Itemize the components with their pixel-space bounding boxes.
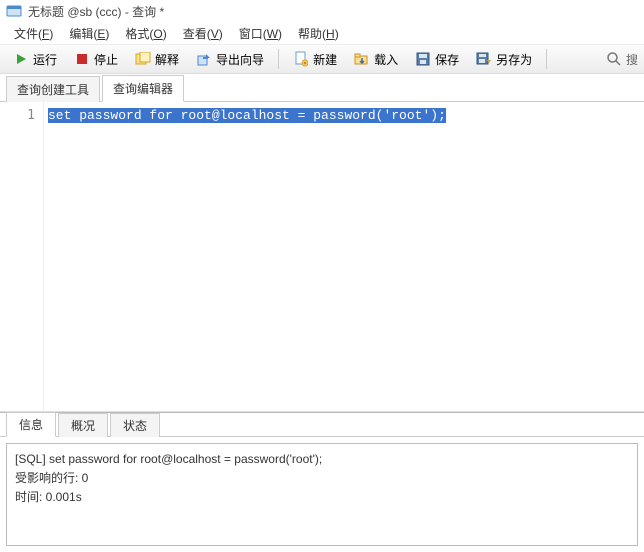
sql-editor: 1 set password for root@localhost = pass…: [0, 102, 644, 412]
tab-query-builder[interactable]: 查询创建工具: [6, 76, 100, 102]
line-number: 1: [0, 108, 35, 123]
stop-label: 停止: [94, 51, 118, 68]
search-icon[interactable]: [606, 51, 622, 67]
app-icon: [6, 3, 22, 19]
menu-help[interactable]: 帮助(H): [292, 23, 345, 44]
output-line-3: 时间: 0.001s: [15, 488, 629, 507]
load-button[interactable]: 载入: [347, 47, 405, 72]
tab-profile-label: 概况: [71, 419, 95, 433]
export-label: 导出向导: [216, 51, 264, 68]
menu-file-label: 文件(F): [14, 27, 53, 41]
output-panel: 信息 概况 状态 [SQL] set password for root@loc…: [0, 412, 644, 552]
menu-edit[interactable]: 编辑(E): [63, 23, 115, 44]
lower-tabstrip: 信息 概况 状态: [0, 413, 644, 437]
title-bar: 无标题 @sb (ccc) - 查询 *: [0, 0, 644, 22]
stop-icon: [74, 51, 90, 67]
upper-tabstrip: 查询创建工具 查询编辑器: [0, 76, 644, 102]
load-icon: [354, 51, 370, 67]
tab-status-label: 状态: [123, 419, 147, 433]
explain-icon: [135, 51, 151, 67]
editor-code-area[interactable]: set password for root@localhost = passwo…: [44, 102, 644, 411]
export-wizard-button[interactable]: 导出向导: [189, 47, 271, 72]
toolbar-separator: [278, 49, 279, 69]
tab-info-label: 信息: [19, 418, 43, 432]
save-as-button[interactable]: 另存为: [469, 47, 539, 72]
menu-format[interactable]: 格式(O): [119, 23, 172, 44]
menu-bar: 文件(F) 编辑(E) 格式(O) 查看(V) 窗口(W) 帮助(H): [0, 22, 644, 44]
floppy-as-icon: [476, 51, 492, 67]
new-label: 新建: [313, 51, 337, 68]
menu-format-label: 格式(O): [125, 27, 166, 41]
play-icon: [13, 51, 29, 67]
search-hint[interactable]: 搜: [626, 51, 638, 68]
output-line-1: [SQL] set password for root@localhost = …: [15, 450, 629, 469]
menu-file[interactable]: 文件(F): [8, 23, 59, 44]
window-title: 无标题 @sb (ccc) - 查询 *: [28, 3, 164, 20]
menu-window-label: 窗口(W): [239, 27, 282, 41]
export-icon: [196, 51, 212, 67]
save-as-label: 另存为: [496, 51, 532, 68]
tab-query-editor-label: 查询编辑器: [113, 82, 173, 96]
output-messages[interactable]: [SQL] set password for root@localhost = …: [6, 443, 638, 546]
new-file-icon: [293, 51, 309, 67]
save-button[interactable]: 保存: [408, 47, 466, 72]
app-window: 无标题 @sb (ccc) - 查询 * 文件(F) 编辑(E) 格式(O) 查…: [0, 0, 644, 552]
menu-help-label: 帮助(H): [298, 27, 339, 41]
new-button[interactable]: 新建: [286, 47, 344, 72]
toolbar-separator-2: [546, 49, 547, 69]
explain-label: 解释: [155, 51, 179, 68]
run-label: 运行: [33, 51, 57, 68]
menu-window[interactable]: 窗口(W): [233, 23, 288, 44]
tab-query-builder-label: 查询创建工具: [17, 83, 89, 97]
menu-view[interactable]: 查看(V): [177, 23, 229, 44]
tab-status[interactable]: 状态: [110, 413, 160, 437]
tab-profile[interactable]: 概况: [58, 413, 108, 437]
toolbar: 运行 停止 解释 导出向导 新建: [0, 44, 644, 74]
stop-button[interactable]: 停止: [67, 47, 125, 72]
tab-info[interactable]: 信息: [6, 412, 56, 437]
code-line-1: set password for root@localhost = passwo…: [48, 108, 446, 123]
explain-button[interactable]: 解释: [128, 47, 186, 72]
save-label: 保存: [435, 51, 459, 68]
run-button[interactable]: 运行: [6, 47, 64, 72]
menu-edit-label: 编辑(E): [69, 27, 109, 41]
menu-view-label: 查看(V): [183, 27, 223, 41]
output-line-2: 受影响的行: 0: [15, 469, 629, 488]
toolbar-right-group: 搜: [606, 51, 638, 68]
floppy-icon: [415, 51, 431, 67]
tab-query-editor[interactable]: 查询编辑器: [102, 75, 184, 102]
load-label: 载入: [374, 51, 398, 68]
editor-gutter: 1: [0, 102, 44, 411]
